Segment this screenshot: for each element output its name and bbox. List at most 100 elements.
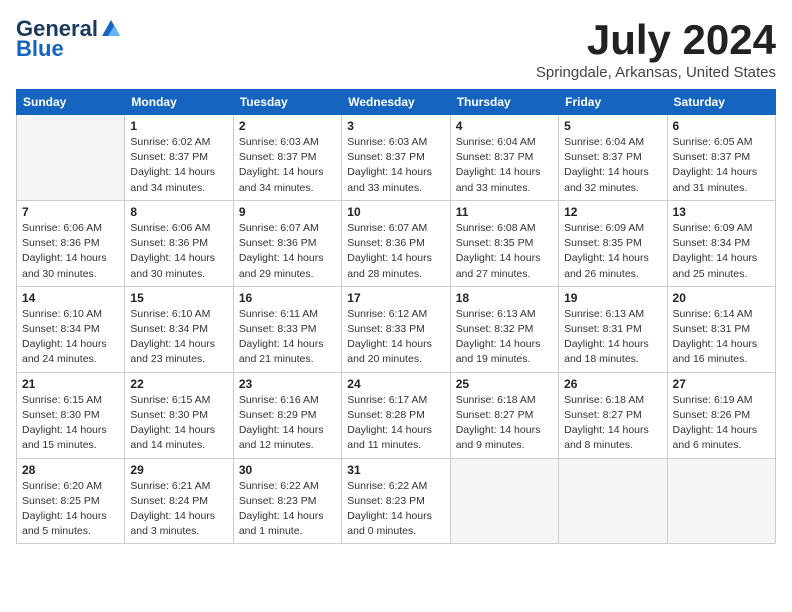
calendar-cell: 26 Sunrise: 6:18 AMSunset: 8:27 PMDayligh… — [559, 372, 667, 458]
day-number: 5 — [564, 119, 661, 133]
calendar-cell: 19 Sunrise: 6:13 AMSunset: 8:31 PMDayligh… — [559, 286, 667, 372]
calendar-cell: 25 Sunrise: 6:18 AMSunset: 8:27 PMDayligh… — [450, 372, 558, 458]
calendar-header-cell: Friday — [559, 90, 667, 115]
cell-info: Sunrise: 6:04 AMSunset: 8:37 PMDaylight:… — [456, 135, 553, 196]
day-number: 4 — [456, 119, 553, 133]
calendar-cell: 6Sunrise: 6:05 AMSunset: 8:37 PMDaylight… — [667, 115, 775, 201]
cell-info: Sunrise: 6:16 AMSunset: 8:29 PMDaylight:… — [239, 393, 336, 454]
calendar-cell: 11 Sunrise: 6:08 AMSunset: 8:35 PMDayligh… — [450, 200, 558, 286]
calendar-cell: 30Sunrise: 6:22 AMSunset: 8:23 PMDayligh… — [233, 458, 341, 544]
cell-info: Sunrise: 6:18 AMSunset: 8:27 PMDaylight:… — [564, 393, 661, 454]
calendar-cell: 8 Sunrise: 6:06 AMSunset: 8:36 PMDaylight… — [125, 200, 233, 286]
cell-info: Sunrise: 6:19 AMSunset: 8:26 PMDaylight:… — [673, 393, 770, 454]
day-number: 16 — [239, 291, 336, 305]
calendar-body: 1 Sunrise: 6:02 AMSunset: 8:37 PMDaylight… — [17, 115, 776, 544]
day-number: 20 — [673, 291, 770, 305]
calendar-header-cell: Wednesday — [342, 90, 450, 115]
calendar-cell: 4 Sunrise: 6:04 AMSunset: 8:37 PMDaylight… — [450, 115, 558, 201]
cell-info: Sunrise: 6:02 AMSunset: 8:37 PMDaylight:… — [130, 135, 227, 196]
day-number: 8 — [130, 205, 227, 219]
calendar-cell — [667, 458, 775, 544]
day-number: 26 — [564, 377, 661, 391]
calendar-cell: 27 Sunrise: 6:19 AMSunset: 8:26 PMDayligh… — [667, 372, 775, 458]
calendar-cell — [17, 115, 125, 201]
calendar-cell: 7 Sunrise: 6:06 AMSunset: 8:36 PMDaylight… — [17, 200, 125, 286]
cell-info: Sunrise: 6:13 AMSunset: 8:32 PMDaylight:… — [456, 307, 553, 368]
day-number: 10 — [347, 205, 444, 219]
calendar-header-cell: Saturday — [667, 90, 775, 115]
calendar-cell — [559, 458, 667, 544]
calendar-week-row: 7 Sunrise: 6:06 AMSunset: 8:36 PMDaylight… — [17, 200, 776, 286]
calendar-cell: 2 Sunrise: 6:03 AMSunset: 8:37 PMDaylight… — [233, 115, 341, 201]
calendar-header-cell: Monday — [125, 90, 233, 115]
calendar-cell: 10 Sunrise: 6:07 AMSunset: 8:36 PMDayligh… — [342, 200, 450, 286]
day-number: 31 — [347, 463, 444, 477]
cell-info: Sunrise: 6:21 AMSunset: 8:24 PMDaylight:… — [130, 479, 227, 540]
calendar-cell: 22 Sunrise: 6:15 AMSunset: 8:30 PMDayligh… — [125, 372, 233, 458]
cell-info: Sunrise: 6:09 AMSunset: 8:34 PMDaylight:… — [673, 221, 770, 282]
cell-info: Sunrise: 6:09 AMSunset: 8:35 PMDaylight:… — [564, 221, 661, 282]
calendar-cell: 12Sunrise: 6:09 AMSunset: 8:35 PMDayligh… — [559, 200, 667, 286]
day-number: 7 — [22, 205, 119, 219]
cell-info: Sunrise: 6:05 AMSunset: 8:37 PMDaylight:… — [673, 135, 770, 196]
calendar-cell: 13 Sunrise: 6:09 AMSunset: 8:34 PMDayligh… — [667, 200, 775, 286]
calendar-header-cell: Thursday — [450, 90, 558, 115]
cell-info: Sunrise: 6:20 AMSunset: 8:25 PMDaylight:… — [22, 479, 119, 540]
day-number: 15 — [130, 291, 227, 305]
calendar-header-row: SundayMondayTuesdayWednesdayThursdayFrid… — [17, 90, 776, 115]
day-number: 21 — [22, 377, 119, 391]
day-number: 3 — [347, 119, 444, 133]
day-number: 22 — [130, 377, 227, 391]
month-title: July 2024 — [536, 16, 776, 64]
day-number: 13 — [673, 205, 770, 219]
calendar-cell: 29 Sunrise: 6:21 AMSunset: 8:24 PMDayligh… — [125, 458, 233, 544]
day-number: 29 — [130, 463, 227, 477]
day-number: 23 — [239, 377, 336, 391]
calendar-cell: 16 Sunrise: 6:11 AMSunset: 8:33 PMDayligh… — [233, 286, 341, 372]
day-number: 14 — [22, 291, 119, 305]
day-number: 19 — [564, 291, 661, 305]
cell-info: Sunrise: 6:06 AMSunset: 8:36 PMDaylight:… — [130, 221, 227, 282]
cell-info: Sunrise: 6:03 AMSunset: 8:37 PMDaylight:… — [347, 135, 444, 196]
cell-info: Sunrise: 6:03 AMSunset: 8:37 PMDaylight:… — [239, 135, 336, 196]
cell-info: Sunrise: 6:18 AMSunset: 8:27 PMDaylight:… — [456, 393, 553, 454]
day-number: 25 — [456, 377, 553, 391]
day-number: 24 — [347, 377, 444, 391]
cell-info: Sunrise: 6:07 AMSunset: 8:36 PMDaylight:… — [347, 221, 444, 282]
calendar-cell: 14 Sunrise: 6:10 AMSunset: 8:34 PMDayligh… — [17, 286, 125, 372]
title-area: July 2024 Springdale, Arkansas, United S… — [536, 16, 776, 81]
day-number: 11 — [456, 205, 553, 219]
calendar-header-cell: Sunday — [17, 90, 125, 115]
day-number: 1 — [130, 119, 227, 133]
cell-info: Sunrise: 6:17 AMSunset: 8:28 PMDaylight:… — [347, 393, 444, 454]
cell-info: Sunrise: 6:13 AMSunset: 8:31 PMDaylight:… — [564, 307, 661, 368]
day-number: 2 — [239, 119, 336, 133]
logo: General Blue — [16, 16, 122, 62]
calendar-week-row: 1 Sunrise: 6:02 AMSunset: 8:37 PMDaylight… — [17, 115, 776, 201]
page-header: General Blue July 2024 Springdale, Arkan… — [16, 16, 776, 81]
calendar-table: SundayMondayTuesdayWednesdayThursdayFrid… — [16, 89, 776, 544]
calendar-week-row: 28Sunrise: 6:20 AMSunset: 8:25 PMDayligh… — [17, 458, 776, 544]
calendar-cell: 23 Sunrise: 6:16 AMSunset: 8:29 PMDayligh… — [233, 372, 341, 458]
calendar-cell: 15Sunrise: 6:10 AMSunset: 8:34 PMDayligh… — [125, 286, 233, 372]
cell-info: Sunrise: 6:07 AMSunset: 8:36 PMDaylight:… — [239, 221, 336, 282]
logo-icon — [100, 18, 122, 40]
calendar-cell: 3 Sunrise: 6:03 AMSunset: 8:37 PMDaylight… — [342, 115, 450, 201]
cell-info: Sunrise: 6:06 AMSunset: 8:36 PMDaylight:… — [22, 221, 119, 282]
calendar-cell: 18 Sunrise: 6:13 AMSunset: 8:32 PMDayligh… — [450, 286, 558, 372]
logo-blue: Blue — [16, 36, 64, 62]
cell-info: Sunrise: 6:10 AMSunset: 8:34 PMDaylight:… — [22, 307, 119, 368]
calendar-cell: 17 Sunrise: 6:12 AMSunset: 8:33 PMDayligh… — [342, 286, 450, 372]
cell-info: Sunrise: 6:11 AMSunset: 8:33 PMDaylight:… — [239, 307, 336, 368]
cell-info: Sunrise: 6:04 AMSunset: 8:37 PMDaylight:… — [564, 135, 661, 196]
cell-info: Sunrise: 6:15 AMSunset: 8:30 PMDaylight:… — [22, 393, 119, 454]
cell-info: Sunrise: 6:08 AMSunset: 8:35 PMDaylight:… — [456, 221, 553, 282]
cell-info: Sunrise: 6:12 AMSunset: 8:33 PMDaylight:… — [347, 307, 444, 368]
day-number: 18 — [456, 291, 553, 305]
cell-info: Sunrise: 6:15 AMSunset: 8:30 PMDaylight:… — [130, 393, 227, 454]
calendar-cell: 1 Sunrise: 6:02 AMSunset: 8:37 PMDaylight… — [125, 115, 233, 201]
calendar-cell: 21 Sunrise: 6:15 AMSunset: 8:30 PMDayligh… — [17, 372, 125, 458]
day-number: 17 — [347, 291, 444, 305]
day-number: 27 — [673, 377, 770, 391]
calendar-cell: 31Sunrise: 6:22 AMSunset: 8:23 PMDayligh… — [342, 458, 450, 544]
